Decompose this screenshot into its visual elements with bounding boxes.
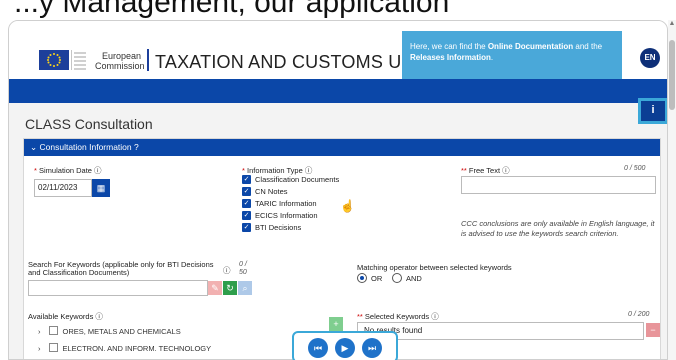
releases-information-link[interactable]: Releases Information <box>410 53 491 62</box>
radio-or-label: OR <box>371 274 383 283</box>
radio-or[interactable] <box>357 273 367 283</box>
online-documentation-link[interactable]: Online Documentation <box>488 42 573 51</box>
checkbox-cn-notes[interactable]: ✓ <box>242 187 251 196</box>
language-button[interactable]: EN <box>640 48 660 68</box>
free-text-label: ** Free Text ⓘ <box>461 166 510 175</box>
section-title: Consultation Information <box>39 142 132 152</box>
radio-and[interactable] <box>392 273 402 283</box>
media-controls: ⏮ ▶ ⏭ <box>292 331 398 360</box>
minus-icon[interactable]: − <box>646 323 660 337</box>
browser-frame: European Commission TAXATION AND CUSTOMS… <box>8 20 668 360</box>
scroll-up-icon[interactable]: ▲ <box>668 20 676 27</box>
matching-operator-label: Matching operator between selected keywo… <box>357 263 512 272</box>
chevron-down-icon: ⌄ <box>30 142 38 152</box>
eraser-icon[interactable]: ✎ <box>208 281 222 295</box>
free-text-note: CCC conclusions are only available in En… <box>461 219 655 238</box>
checkbox-taric-information[interactable]: ✓ <box>242 199 251 208</box>
search-icon[interactable]: ⌕ <box>238 281 252 295</box>
tree-checkbox[interactable] <box>48 326 58 335</box>
scroll-thumb[interactable] <box>669 40 675 110</box>
tree-item[interactable]: › ORES, METALS AND CHEMICALS <box>38 326 181 336</box>
calendar-icon[interactable]: ▦ <box>92 179 110 197</box>
selected-keywords-counter: 0 / 200 <box>628 311 650 318</box>
consultation-card: ⌄ Consultation Information ? * Simulatio… <box>23 138 661 359</box>
video-caption: ...y Management, our application <box>14 0 450 19</box>
radio-and-label: AND <box>406 274 422 283</box>
chevron-right-icon: › <box>38 344 41 353</box>
simulation-date-label: * Simulation Date ⓘ <box>34 166 102 175</box>
play-icon[interactable]: ▶ <box>335 338 355 358</box>
available-keywords-label: Available Keywords ⓘ <box>28 312 103 321</box>
commission-label: European Commission <box>95 51 145 71</box>
eu-flag-logo[interactable] <box>39 50 69 70</box>
section-header[interactable]: ⌄ Consultation Information ? <box>24 139 660 156</box>
selected-keywords-label: ** Selected Keywords ⓘ <box>357 312 439 321</box>
free-text-counter: 0 / 500 <box>624 165 646 172</box>
tree-checkbox[interactable] <box>48 343 58 352</box>
selected-keywords-list[interactable]: No results found <box>357 322 644 340</box>
option-label: Classification Documents <box>255 175 340 184</box>
documentation-tooltip: Here, we can find the Online Documentati… <box>402 31 622 83</box>
question-icon: ⓘ <box>223 266 231 275</box>
simulation-date-input[interactable]: 02/11/2023 <box>34 179 92 197</box>
keyword-search-input[interactable] <box>28 280 208 296</box>
checkbox-bti-decisions[interactable]: ✓ <box>242 223 251 232</box>
page-title: CLASS Consultation <box>25 116 153 132</box>
plus-icon[interactable]: + <box>329 317 343 331</box>
option-label: ECICS Information <box>255 211 318 220</box>
option-label: BTI Decisions <box>255 223 302 232</box>
chevron-right-icon: › <box>38 327 41 336</box>
help-icon[interactable]: ? <box>134 142 139 152</box>
page-scrollbar[interactable]: ▲ <box>668 20 676 360</box>
keyword-search-label: Search For Keywords (applicable only for… <box>28 260 214 277</box>
header-divider <box>147 49 149 71</box>
checkbox-ecics-information[interactable]: ✓ <box>242 211 251 220</box>
skip-forward-icon[interactable]: ⏭ <box>362 338 382 358</box>
skip-back-icon[interactable]: ⏮ <box>308 338 328 358</box>
tree-item[interactable]: › ELECTRON. AND INFORM. TECHNOLOGY <box>38 343 211 353</box>
checkbox-classification-documents[interactable]: ✓ <box>242 175 251 184</box>
info-button[interactable]: i <box>638 98 667 124</box>
free-text-input[interactable] <box>461 176 656 194</box>
hand-cursor-icon: ☝ <box>340 199 355 213</box>
refresh-icon[interactable]: ↻ <box>223 281 237 295</box>
commission-building-logo <box>71 50 87 70</box>
option-label: CN Notes <box>255 187 288 196</box>
option-label: TARIC Information <box>255 199 317 208</box>
keyword-search-counter: 0 / 50 <box>239 261 247 276</box>
navigation-bar <box>9 79 667 103</box>
